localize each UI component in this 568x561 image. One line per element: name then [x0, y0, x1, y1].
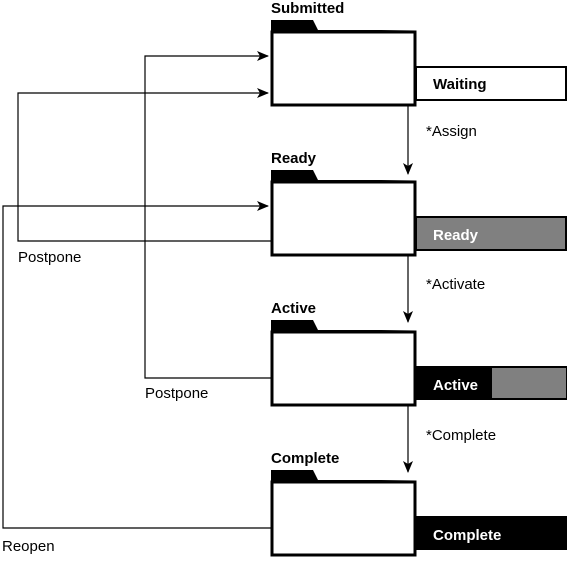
- status-label: Ready: [433, 227, 479, 244]
- status-label: Complete: [433, 527, 501, 544]
- folder-icon: [271, 320, 416, 332]
- postpone-from-active-label: Postpone: [145, 385, 208, 402]
- activate-label: *Activate: [426, 276, 485, 293]
- workflow-diagram: Submitted Waiting Ready Ready Active Act…: [2, 0, 567, 557]
- folder-icon: [271, 170, 416, 182]
- state-ready: Ready Ready: [270, 150, 567, 257]
- reopen-label: Reopen: [2, 538, 55, 555]
- postpone-from-active-connector: [144, 51, 271, 379]
- status-label: Active: [433, 377, 478, 394]
- state-submitted: Submitted Waiting: [270, 0, 567, 107]
- complete-label: *Complete: [426, 427, 496, 444]
- folder-icon: [271, 20, 416, 32]
- folder-icon: [271, 470, 416, 482]
- assign-label: *Assign: [426, 123, 477, 140]
- state-title: Ready: [271, 150, 317, 167]
- postpone-from-ready-label: Postpone: [18, 249, 81, 266]
- state-title: Submitted: [271, 0, 344, 17]
- status-label: Waiting: [433, 76, 487, 93]
- state-title: Active: [271, 300, 316, 317]
- state-title: Complete: [271, 450, 339, 467]
- status-bar-progress: [492, 368, 566, 398]
- state-active: Active Active: [270, 300, 567, 407]
- state-complete: Complete Complete: [270, 450, 567, 557]
